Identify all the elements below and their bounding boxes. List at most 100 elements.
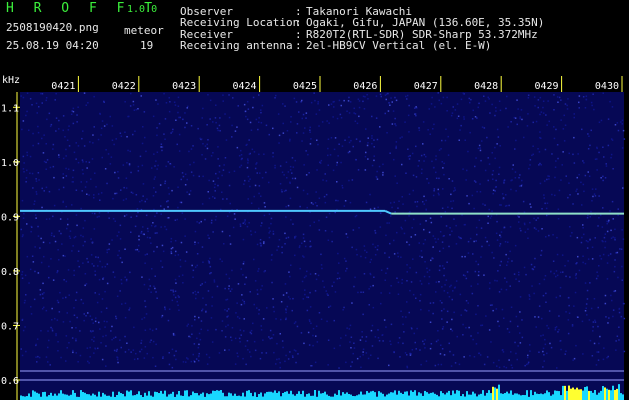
noise-speck	[318, 229, 321, 231]
noise-speck	[348, 96, 350, 99]
noise-speck	[318, 312, 321, 314]
noise-speck	[411, 327, 413, 330]
noise-speck	[606, 230, 609, 233]
noise-speck	[105, 365, 107, 367]
spectrum-bar	[482, 390, 484, 400]
noise-speck	[225, 273, 228, 276]
noise-speck	[487, 96, 489, 99]
noise-speck	[58, 230, 61, 232]
noise-speck	[59, 291, 61, 294]
noise-speck	[130, 92, 132, 95]
noise-speck	[89, 141, 91, 143]
noise-speck	[99, 328, 101, 330]
noise-speck	[604, 233, 607, 235]
noise-speck	[505, 194, 507, 196]
spectrum-bar	[318, 390, 320, 400]
noise-speck	[94, 172, 96, 174]
noise-speck	[547, 100, 549, 102]
noise-speck	[390, 285, 392, 287]
noise-speck	[496, 143, 498, 145]
spectrum-bar	[334, 393, 336, 400]
spectrum-bar	[538, 394, 540, 400]
noise-speck	[600, 258, 603, 260]
noise-speck	[320, 159, 323, 162]
noise-speck	[284, 283, 287, 285]
noise-speck	[249, 351, 251, 353]
noise-speck	[32, 187, 34, 189]
noise-speck	[318, 197, 321, 199]
noise-speck	[94, 348, 97, 350]
noise-speck	[263, 214, 266, 217]
noise-speck	[250, 329, 253, 332]
noise-speck	[404, 352, 407, 354]
noise-speck	[592, 330, 594, 332]
noise-speck	[125, 187, 128, 189]
noise-speck	[178, 150, 181, 152]
spectrum-bar	[572, 387, 574, 400]
noise-speck	[57, 341, 59, 343]
noise-speck	[167, 319, 170, 322]
noise-speck	[54, 240, 57, 243]
noise-speck	[423, 228, 425, 231]
noise-speck	[209, 99, 212, 102]
noise-speck	[72, 110, 75, 113]
noise-speck	[107, 211, 109, 214]
noise-speck	[486, 356, 489, 358]
noise-speck	[222, 198, 224, 200]
noise-speck	[177, 295, 179, 297]
noise-speck	[281, 340, 284, 342]
noise-speck	[253, 303, 255, 306]
noise-speck	[219, 258, 221, 260]
noise-speck	[283, 190, 286, 192]
noise-speck	[329, 305, 332, 307]
spectrum-bar	[548, 392, 550, 400]
noise-speck	[322, 280, 324, 282]
spectrum-bar	[336, 394, 338, 400]
noise-speck	[24, 326, 26, 328]
noise-speck	[115, 317, 118, 320]
noise-speck	[328, 306, 330, 308]
noise-speck	[35, 193, 38, 195]
spectrum-bar	[36, 392, 38, 400]
noise-speck	[560, 119, 562, 121]
noise-speck	[167, 200, 169, 202]
spectrum-bar	[340, 395, 342, 400]
noise-speck	[190, 148, 193, 150]
noise-speck	[162, 250, 165, 253]
noise-speck	[181, 212, 184, 214]
noise-speck	[154, 165, 156, 167]
noise-speck	[153, 285, 155, 288]
noise-speck	[236, 126, 238, 128]
spectrum-bar	[238, 395, 240, 400]
noise-speck	[216, 127, 219, 130]
spectrum-bar	[402, 393, 404, 400]
noise-speck	[153, 178, 156, 180]
noise-speck	[174, 104, 177, 106]
noise-speck	[62, 157, 65, 160]
noise-speck	[350, 336, 353, 338]
noise-speck	[508, 359, 510, 361]
noise-speck	[447, 135, 449, 138]
noise-speck	[177, 206, 179, 209]
noise-speck	[434, 106, 436, 108]
noise-speck	[489, 112, 491, 114]
noise-speck	[495, 232, 498, 235]
noise-speck	[200, 328, 202, 331]
noise-speck	[426, 271, 429, 273]
noise-speck	[488, 163, 491, 165]
noise-speck	[453, 218, 455, 220]
noise-speck	[482, 203, 484, 205]
spectrum-bar	[392, 392, 394, 400]
noise-speck	[55, 92, 57, 95]
noise-speck	[260, 111, 262, 114]
noise-speck	[336, 181, 338, 183]
noise-speck	[519, 117, 521, 120]
noise-speck	[460, 237, 462, 240]
noise-speck	[31, 226, 33, 228]
noise-speck	[115, 138, 117, 140]
noise-speck	[353, 347, 356, 349]
noise-speck	[86, 347, 89, 349]
spectrum-bar	[46, 396, 48, 400]
noise-speck	[186, 107, 188, 109]
noise-speck	[251, 148, 254, 151]
